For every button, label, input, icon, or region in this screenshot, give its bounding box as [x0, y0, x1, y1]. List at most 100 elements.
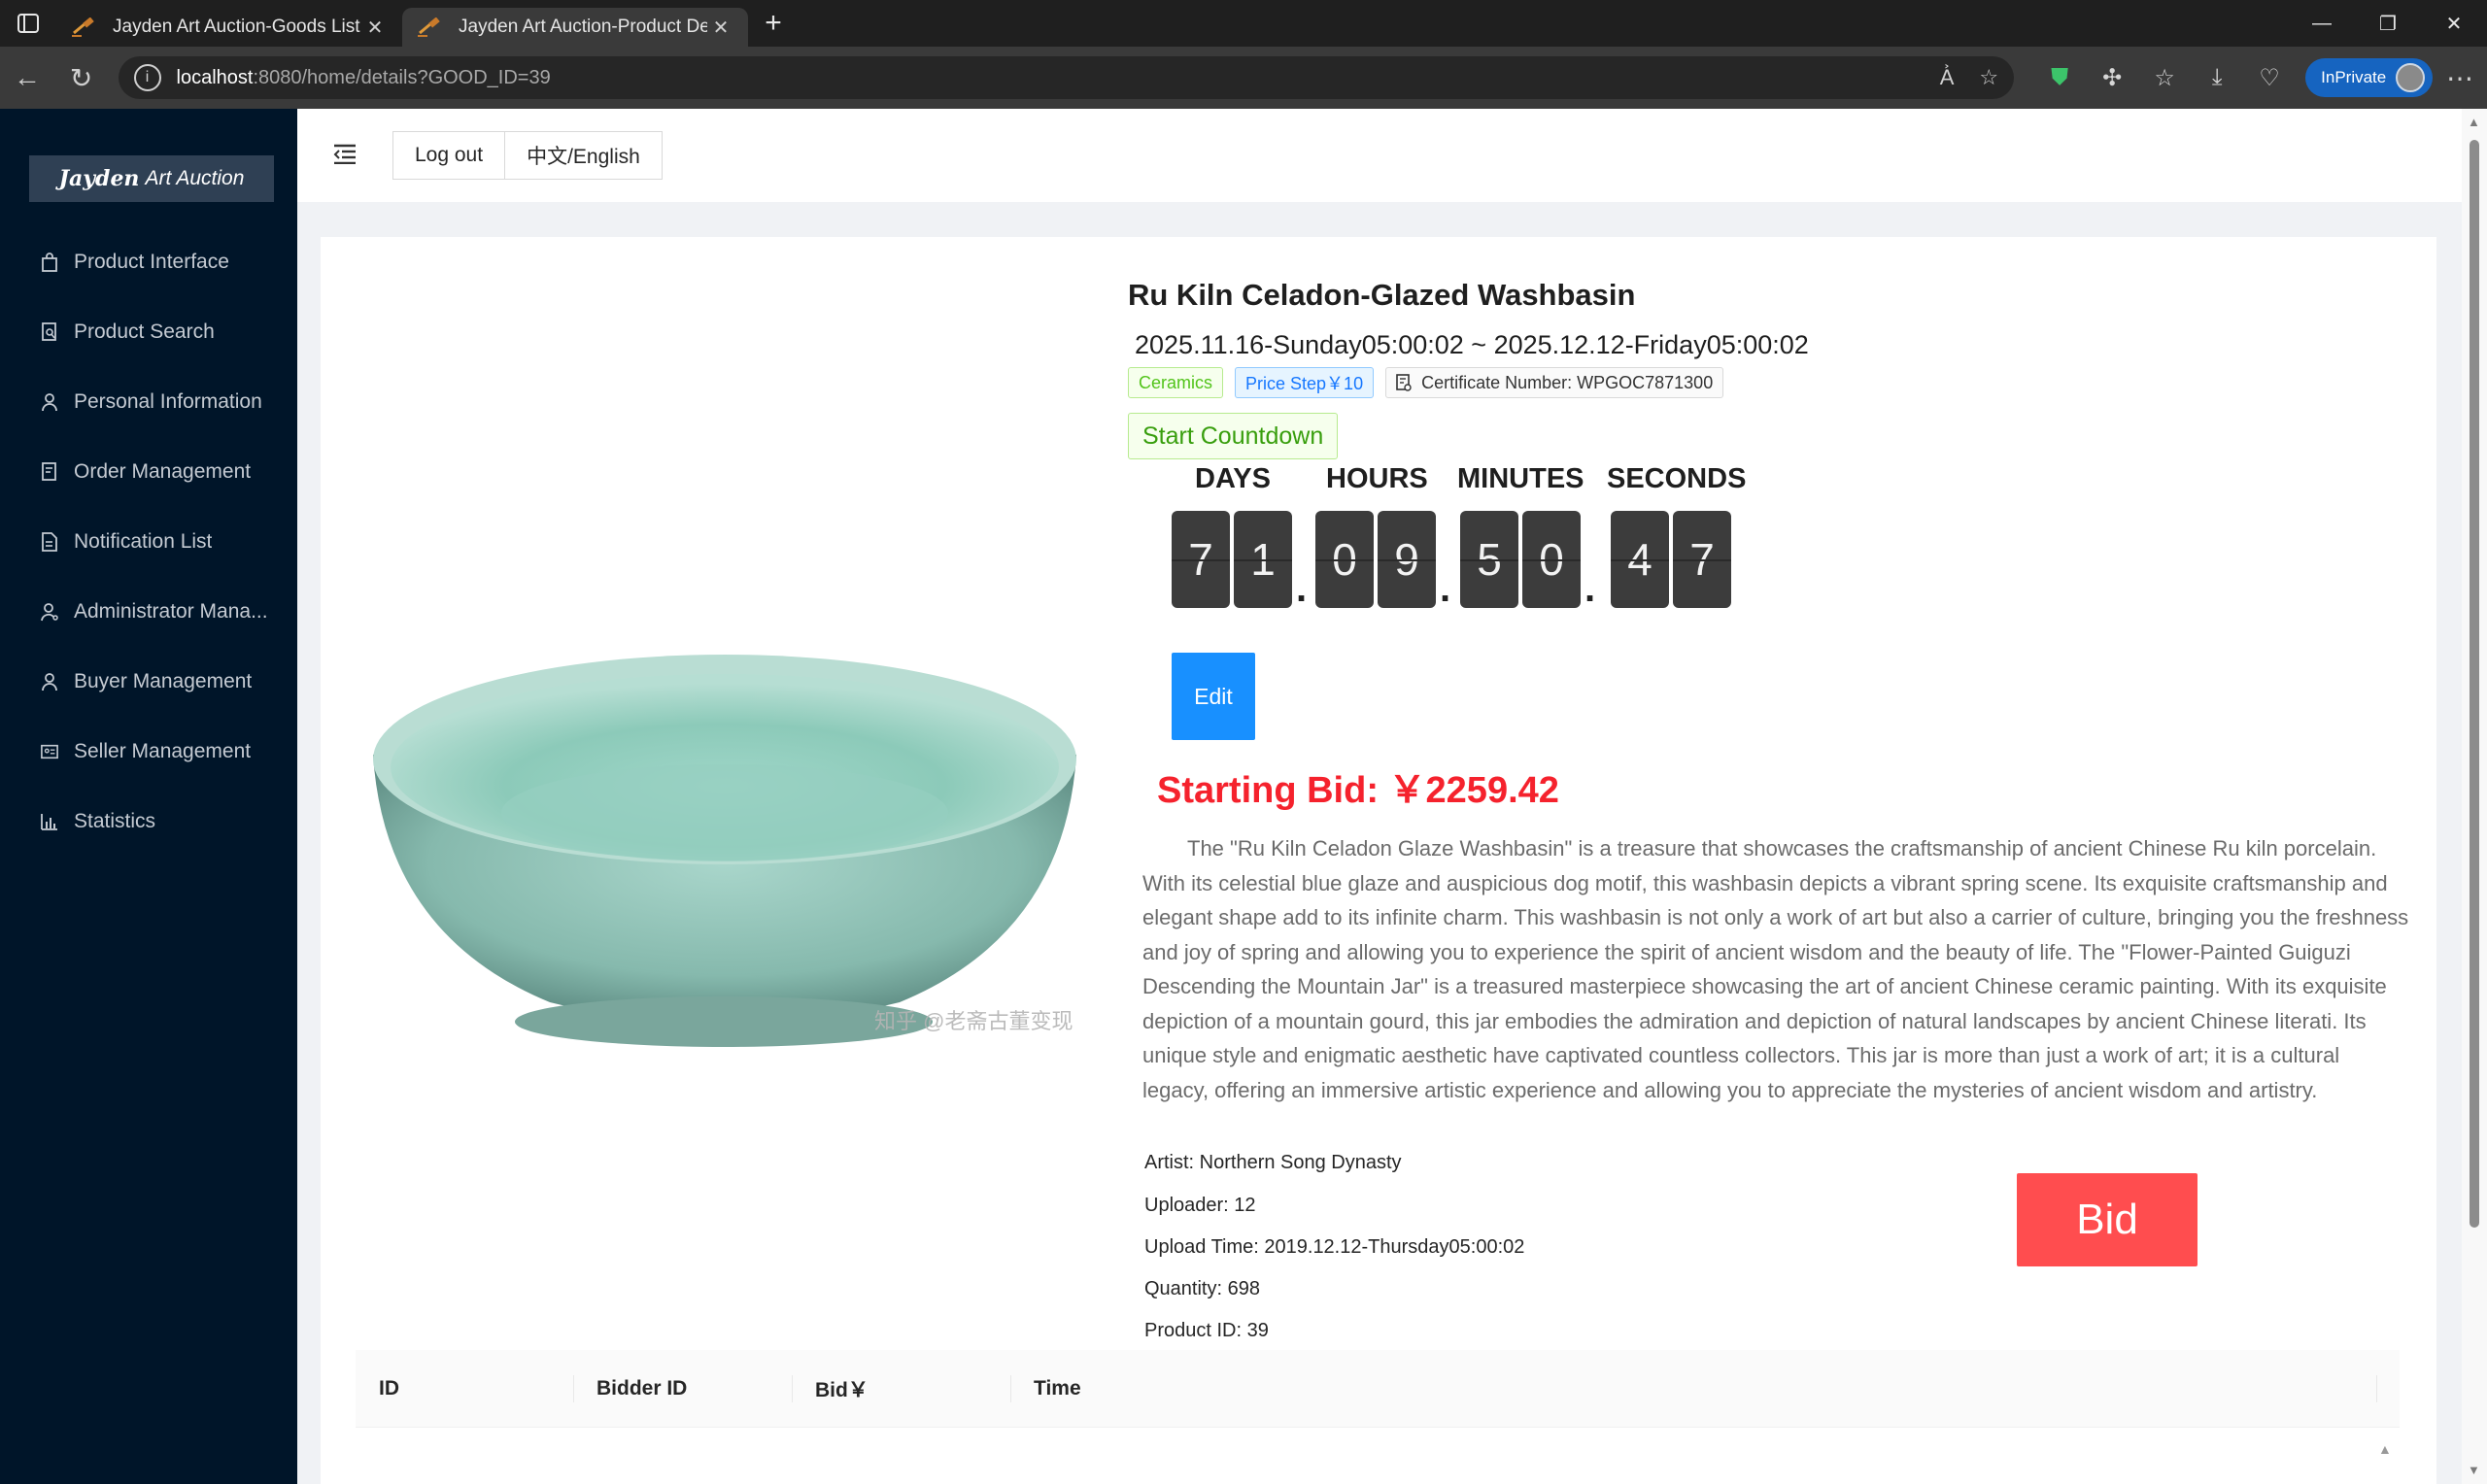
edit-button[interactable]: Edit: [1172, 653, 1255, 740]
order-doc-icon: [41, 462, 58, 482]
product-id-info: Product ID: 39: [1144, 1320, 1269, 1341]
app-logo[interactable]: Jayden Art Auction: [29, 155, 274, 202]
shopping-bag-icon: [41, 253, 58, 272]
countdown-digit-hours-tens: 0: [1315, 511, 1374, 608]
tab-actions-icon[interactable]: [0, 0, 56, 47]
minutes-label: MINUTES: [1457, 463, 1584, 494]
table-scroll-up-icon[interactable]: ▲: [2378, 1441, 2392, 1457]
read-aloud-icon[interactable]: A͐: [1940, 65, 1955, 90]
sidebar-item-product-interface[interactable]: Product Interface: [0, 227, 297, 297]
refresh-icon[interactable]: ↻: [54, 47, 109, 109]
sidebar-item-label: Product Interface: [74, 251, 229, 273]
minimize-icon[interactable]: —: [2289, 0, 2355, 47]
user-icon: [41, 392, 58, 412]
column-header-id[interactable]: ID: [356, 1350, 399, 1428]
restore-icon[interactable]: ❐: [2355, 0, 2421, 47]
new-tab-icon[interactable]: +: [748, 7, 799, 40]
column-divider: [2376, 1375, 2377, 1402]
sidebar-item-label: Order Management: [74, 460, 252, 483]
seconds-label: SECONDS: [1607, 463, 1747, 494]
sidebar-item-label: Personal Information: [74, 390, 262, 413]
more-menu-icon[interactable]: ⋯: [2433, 47, 2487, 109]
sidebar: Jayden Art Auction Product Interface Pro…: [0, 109, 297, 1484]
sidebar-item-label: Administrator Mana...: [74, 600, 268, 623]
uploader-info: Uploader: 12: [1144, 1195, 1256, 1216]
sidebar-item-label: Notification List: [74, 530, 213, 553]
logo-text-sub: Art Auction: [145, 167, 245, 189]
close-tab-icon[interactable]: ✕: [707, 16, 734, 40]
countdown-labels: DAYS HOURS MINUTES SECONDS: [321, 463, 2436, 502]
site-info-icon[interactable]: i: [133, 64, 161, 91]
days-label: DAYS: [1195, 463, 1271, 494]
gavel-favicon-icon: [72, 17, 94, 37]
sidebar-item-label: Product Search: [74, 320, 215, 343]
column-header-bid[interactable]: Bid￥: [792, 1350, 869, 1428]
sidebar-menu: Product Interface Product Search Persona…: [0, 227, 297, 857]
price-step-tag: Price Step￥10: [1235, 367, 1375, 398]
sidebar-item-label: Buyer Management: [74, 670, 253, 692]
countdown-digit-seconds-ones: 7: [1673, 511, 1731, 608]
sidebar-item-notification-list[interactable]: Notification List: [0, 507, 297, 577]
profile-avatar: [2396, 63, 2426, 92]
extensions-icon[interactable]: ✣: [2086, 47, 2138, 109]
sidebar-item-label: Seller Management: [74, 740, 252, 762]
tab-title: Jayden Art Auction-Goods List: [113, 17, 360, 37]
certificate-icon: [1396, 374, 1412, 391]
countdown-separator: .: [1584, 567, 1596, 610]
sidebar-item-order-management[interactable]: Order Management: [0, 437, 297, 507]
user-icon: [41, 672, 58, 691]
sidebar-item-label: Statistics: [74, 810, 156, 832]
certificate-tag: Certificate Number: WPGOC7871300: [1385, 367, 1724, 398]
scroll-down-icon[interactable]: ▼: [2468, 1463, 2480, 1477]
sidebar-item-administrator-management[interactable]: Administrator Mana...: [0, 577, 297, 647]
browser-tab-product-detail[interactable]: Jayden Art Auction-Product Detai ✕: [402, 8, 748, 47]
scrollbar-thumb[interactable]: [2470, 140, 2479, 1228]
search-doc-icon: [41, 322, 58, 342]
back-icon[interactable]: ←: [0, 47, 54, 109]
close-tab-icon[interactable]: ✕: [361, 16, 389, 40]
browser-toolbar: ← ↻ i localhost:8080/home/details?GOOD_I…: [0, 47, 2487, 109]
column-header-time[interactable]: Time: [1010, 1350, 1081, 1428]
inprivate-label: InPrivate: [2321, 68, 2387, 86]
user-admin-icon: [41, 602, 58, 622]
product-detail-card: 知乎 @老斋古董变现 Ru Kiln Celadon-Glazed Washba…: [321, 237, 2436, 1484]
sidebar-item-statistics[interactable]: Statistics: [0, 787, 297, 857]
url-path: :8080/home/details?GOOD_ID=39: [253, 66, 551, 88]
address-bar[interactable]: i localhost:8080/home/details?GOOD_ID=39…: [118, 56, 2015, 99]
browser-tab-bar: Jayden Art Auction-Goods List ✕ Jayden A…: [0, 0, 2487, 47]
tab-title: Jayden Art Auction-Product Detai: [459, 17, 707, 37]
quantity-info: Quantity: 698: [1144, 1278, 1260, 1299]
sidebar-item-product-search[interactable]: Product Search: [0, 297, 297, 367]
close-window-icon[interactable]: ✕: [2421, 0, 2487, 47]
upload-time-info: Upload Time: 2019.12.12-Thursday05:00:02: [1144, 1236, 1525, 1258]
gavel-favicon-icon: [418, 17, 440, 37]
id-card-icon: [41, 742, 58, 761]
product-title: Ru Kiln Celadon-Glazed Washbasin: [1128, 278, 1636, 312]
menu-fold-icon[interactable]: [332, 143, 358, 169]
countdown-digit-days-ones: 1: [1234, 511, 1292, 608]
favorites-icon[interactable]: ☆: [2138, 47, 2191, 109]
logout-button[interactable]: Log out: [392, 131, 506, 180]
bids-table-header: ID Bidder ID Bid￥ Time: [356, 1350, 2400, 1428]
download-icon[interactable]: ⤓: [2191, 47, 2243, 109]
shield-extension-icon[interactable]: ⛊: [2033, 47, 2086, 109]
sidebar-item-personal-information[interactable]: Personal Information: [0, 367, 297, 437]
bid-button[interactable]: Bid: [2017, 1173, 2197, 1266]
browser-tab-goods-list[interactable]: Jayden Art Auction-Goods List ✕: [56, 8, 402, 47]
language-toggle-button[interactable]: 中文/English: [505, 131, 663, 180]
window-controls: — ❐ ✕: [2289, 0, 2487, 47]
column-header-bidder-id[interactable]: Bidder ID: [573, 1350, 687, 1428]
countdown-digit-minutes-tens: 5: [1460, 511, 1518, 608]
start-countdown-button[interactable]: Start Countdown: [1128, 413, 1339, 459]
inprivate-badge[interactable]: InPrivate: [2305, 58, 2434, 97]
browser-essentials-icon[interactable]: ♡: [2243, 47, 2296, 109]
sidebar-item-seller-management[interactable]: Seller Management: [0, 717, 297, 787]
scroll-up-icon[interactable]: ▲: [2468, 115, 2480, 129]
product-image: [356, 614, 1092, 1051]
app-header: Log out 中文/English: [297, 109, 2462, 202]
countdown-digit-days-tens: 7: [1172, 511, 1230, 608]
sidebar-item-buyer-management[interactable]: Buyer Management: [0, 647, 297, 717]
favorite-star-icon[interactable]: ☆: [1979, 65, 1998, 90]
page-scrollbar[interactable]: ▲ ▼: [2462, 109, 2487, 1484]
certificate-number: Certificate Number: WPGOC7871300: [1421, 372, 1714, 392]
